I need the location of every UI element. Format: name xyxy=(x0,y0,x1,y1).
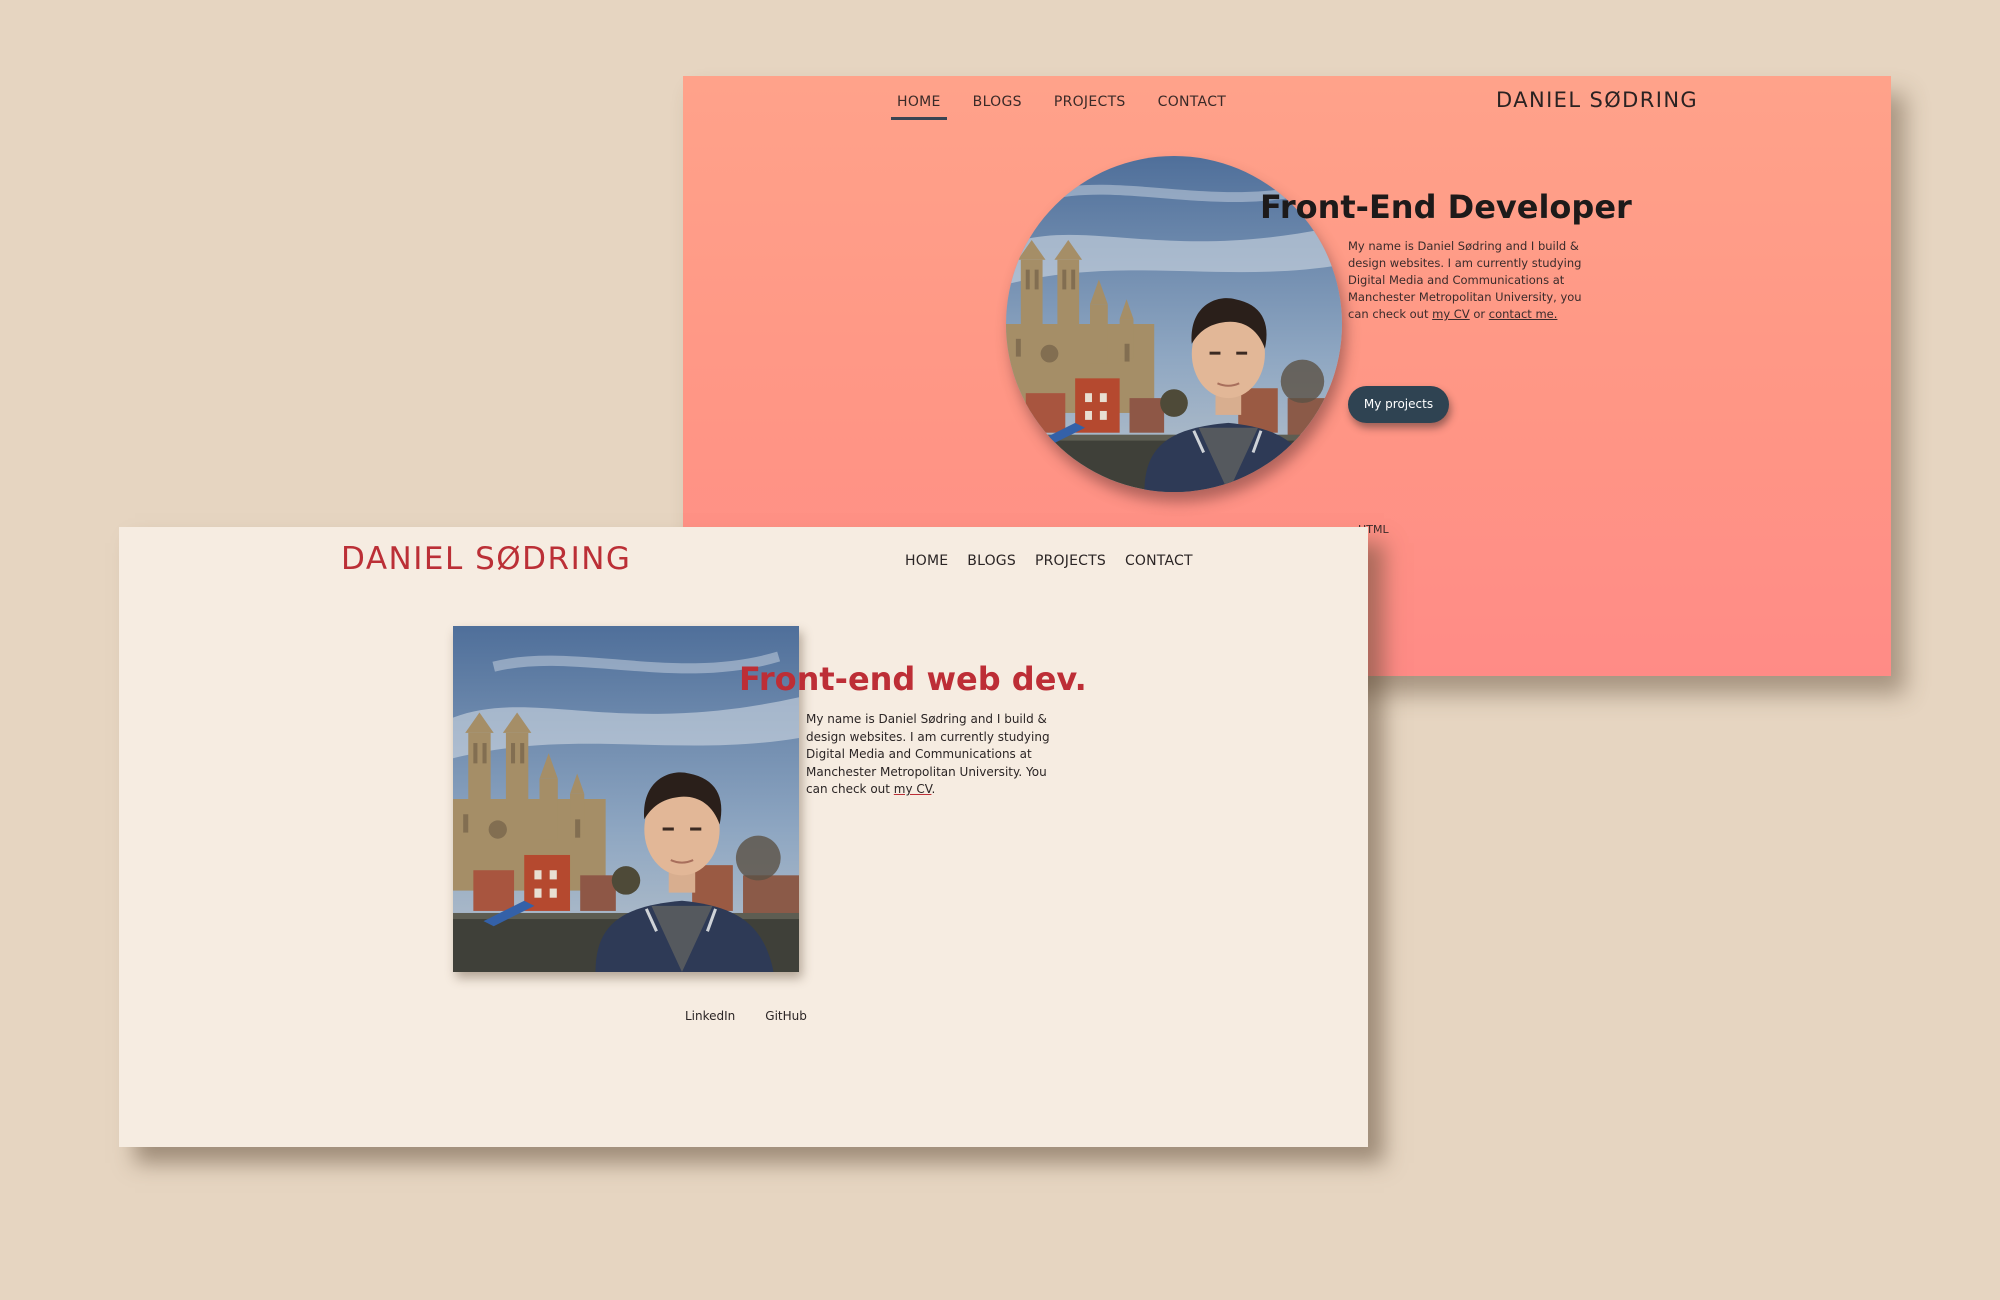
cv-link[interactable]: my CV xyxy=(894,782,932,796)
nav-projects[interactable]: PROJECTS xyxy=(1048,94,1132,120)
cv-link[interactable]: my CV xyxy=(1432,307,1470,321)
linkedin-link[interactable]: LinkedIn xyxy=(685,1009,735,1023)
nav-blogs[interactable]: BLOGS xyxy=(967,94,1028,120)
site-brand[interactable]: DANIEL SØDRING xyxy=(341,541,631,577)
nav-projects[interactable]: PROJECTS xyxy=(1035,553,1106,569)
nav-contact[interactable]: CONTACT xyxy=(1125,553,1193,569)
github-link[interactable]: GitHub xyxy=(765,1009,807,1023)
main-nav: HOME BLOGS PROJECTS CONTACT xyxy=(891,94,1232,120)
nav-home[interactable]: HOME xyxy=(891,94,947,120)
cream-site-window: DANIEL SØDRING HOME BLOGS PROJECTS CONTA… xyxy=(119,527,1368,1147)
site-brand[interactable]: DANIEL SØDRING xyxy=(1496,88,1698,112)
intro-paragraph: My name is Daniel Sødring and I build & … xyxy=(806,711,1056,799)
nav-contact[interactable]: CONTACT xyxy=(1152,94,1233,120)
main-nav: HOME BLOGS PROJECTS CONTACT xyxy=(905,553,1193,569)
intro-end: . xyxy=(931,782,936,796)
contact-link[interactable]: contact me. xyxy=(1489,307,1558,321)
nav-blogs[interactable]: BLOGS xyxy=(967,553,1016,569)
page-title: Front-end web dev. xyxy=(739,660,1087,698)
intro-or: or xyxy=(1469,307,1489,321)
nav-home[interactable]: HOME xyxy=(905,553,948,569)
my-projects-button[interactable]: My projects xyxy=(1348,386,1449,423)
intro-paragraph: My name is Daniel Sødring and I build & … xyxy=(1348,238,1593,323)
page-title: Front-End Developer xyxy=(1260,188,1632,226)
social-links: LinkedIn GitHub xyxy=(685,1009,807,1023)
